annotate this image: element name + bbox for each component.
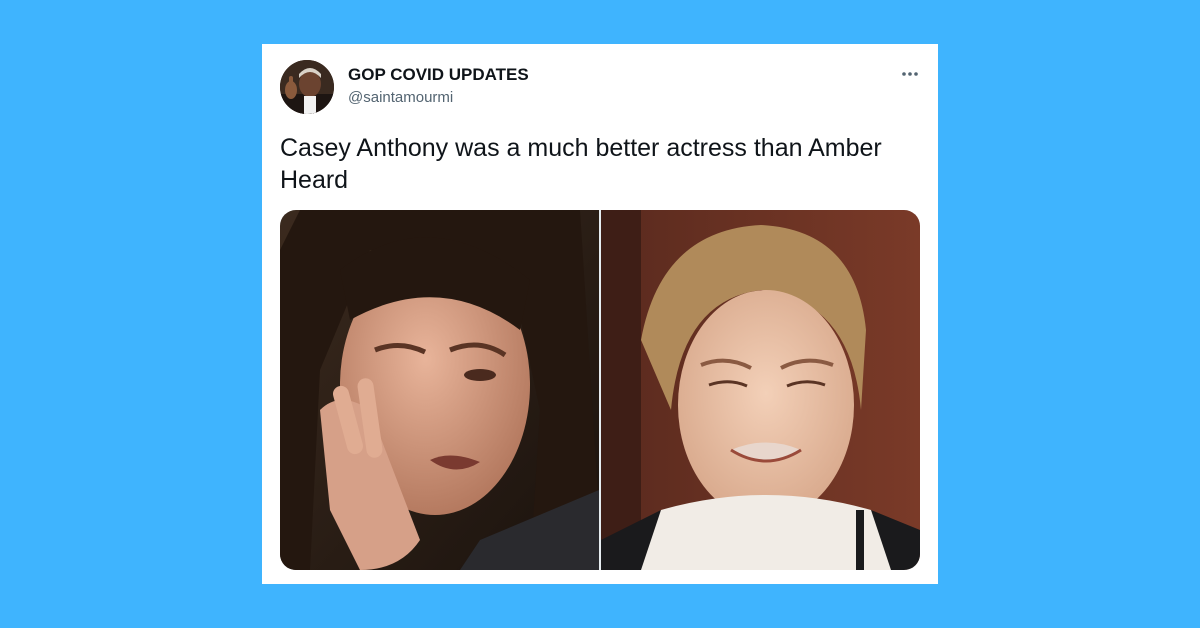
tweet-text: Casey Anthony was a much better actress … — [280, 134, 882, 194]
avatar[interactable] — [280, 60, 334, 114]
crying-woman-photo-right — [601, 210, 920, 570]
media-photo-right[interactable] — [601, 210, 920, 570]
more-horizontal-icon — [902, 72, 918, 76]
crying-woman-photo-left — [280, 210, 599, 570]
author-name[interactable]: GOP COVID UPDATES — [348, 65, 529, 85]
avatar-image — [280, 60, 334, 114]
tweet-card: GOP COVID UPDATES @saintamourmi Casey An… — [262, 44, 938, 584]
more-options-button[interactable] — [898, 62, 922, 86]
author-handle[interactable]: @saintamourmi — [348, 89, 453, 106]
media-photo-left[interactable] — [280, 210, 599, 570]
media-grid — [280, 210, 920, 570]
